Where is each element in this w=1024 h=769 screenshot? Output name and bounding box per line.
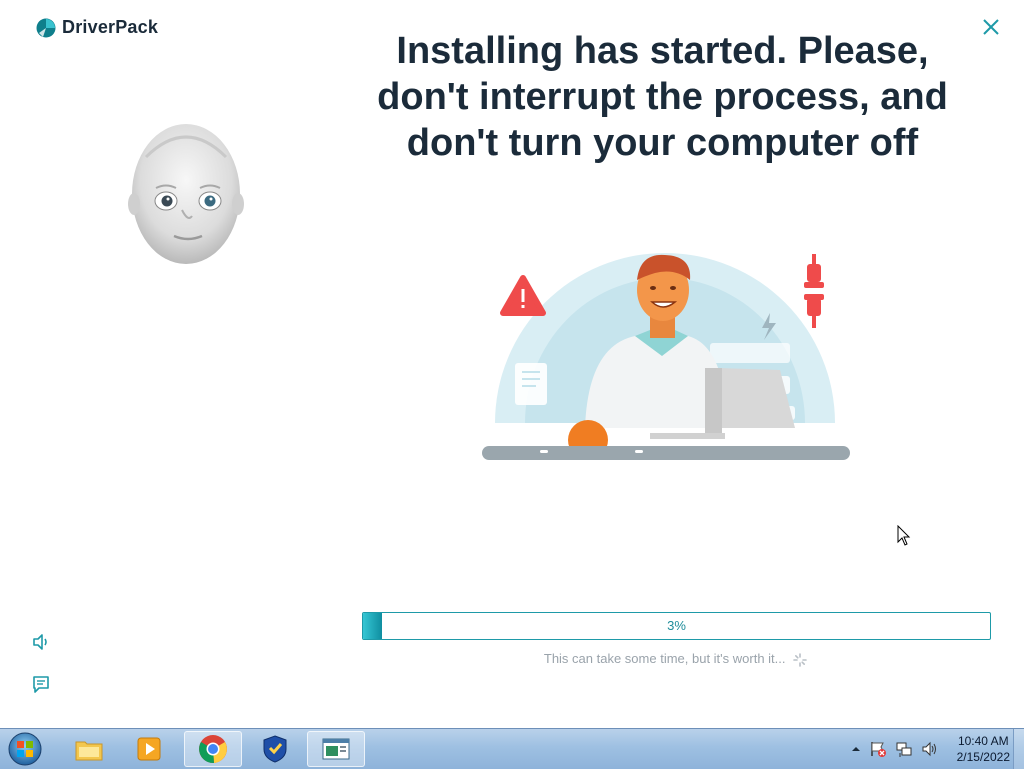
progress-percent: 3% [667,618,686,633]
loading-spinner-icon [793,652,807,667]
media-player-icon[interactable] [120,731,178,767]
assistant-avatar [128,124,244,264]
install-progress-bar: 3% [362,612,991,640]
network-icon[interactable] [895,740,913,758]
volume-icon[interactable] [921,740,939,758]
chat-icon[interactable] [31,674,51,694]
windows-start-icon[interactable] [6,732,44,766]
taskbar: 10:40 AM 2/15/2022 [0,728,1024,769]
show-desktop-button[interactable] [1013,729,1024,769]
app-logo: DriverPack [36,17,158,38]
taskbar-clock[interactable]: 10:40 AM 2/15/2022 [957,733,1010,765]
action-center-flag-icon[interactable] [869,740,887,758]
hint-text: This can take some time, but it's worth … [543,651,786,666]
app-window-icon[interactable] [307,731,365,767]
speaker-icon[interactable] [31,632,51,652]
system-tray: 10:40 AM 2/15/2022 [851,729,1010,769]
chrome-icon[interactable] [184,731,242,767]
driverpack-logo-icon [36,18,56,37]
title-line-1: Installing has started. Please, [396,30,929,72]
clock-date: 2/15/2022 [956,750,1010,764]
driverpack-shield-icon[interactable] [246,731,304,767]
file-explorer-icon[interactable] [60,731,118,767]
title-line-3: don't turn your computer off [406,122,919,164]
app-name: DriverPack [62,17,159,37]
show-hidden-icons-arrow[interactable] [851,744,861,754]
page-title: Installing has started. Please, don't in… [350,28,975,166]
technician-illustration [482,241,850,460]
clock-time: 10:40 AM [957,734,1009,748]
progress-hint: This can take some time, but it's worth … [362,651,989,667]
close-icon[interactable] [978,14,1004,40]
mouse-pointer-icon [897,525,911,546]
title-line-2: don't interrupt the process, and [377,76,948,118]
